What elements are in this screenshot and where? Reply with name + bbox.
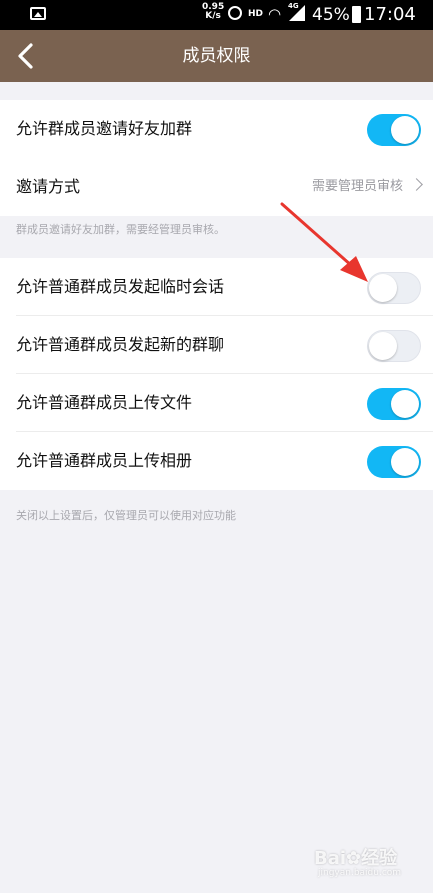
member-permissions-note: 关闭以上设置后，仅管理员可以使用对应功能 xyxy=(16,509,236,522)
toggle-knob xyxy=(391,116,419,144)
clock: 17:04 xyxy=(364,4,416,25)
invite-method-value: 需要管理员审核 xyxy=(311,179,403,194)
new-group-chat-label: 允许普通群成员发起新的群聊 xyxy=(16,335,225,354)
battery-icon xyxy=(352,6,361,23)
toggle-knob xyxy=(391,448,419,476)
new-group-chat-row: 允许普通群成员发起新的群聊 xyxy=(0,316,433,374)
wifi-icon: ◠ xyxy=(268,5,282,23)
status-bar: 0.95 K/s HD ◠ 4G 45% 17:04 xyxy=(0,0,433,30)
new-group-chat-toggle[interactable] xyxy=(367,330,421,362)
page-title: 成员权限 xyxy=(182,46,251,66)
temp-chat-row: 允许普通群成员发起临时会话 xyxy=(0,258,433,316)
toggle-knob xyxy=(391,390,419,418)
invite-method-row[interactable]: 邀请方式 需要管理员审核 xyxy=(0,158,433,216)
temp-chat-label: 允许普通群成员发起临时会话 xyxy=(16,277,225,296)
signal-icon xyxy=(289,5,305,21)
title-bar: 成员权限 xyxy=(0,30,433,82)
network-speed: 0.95 K/s xyxy=(202,3,224,21)
network-speed-unit: K/s xyxy=(205,11,221,21)
battery-percent: 45% xyxy=(312,5,350,25)
invite-settings-group: 允许群成员邀请好友加群 邀请方式 需要管理员审核 xyxy=(0,100,433,216)
temp-chat-toggle[interactable] xyxy=(367,272,421,304)
upload-file-label: 允许普通群成员上传文件 xyxy=(16,393,193,412)
chevron-right-icon xyxy=(410,178,423,191)
paw-icon: ✿ xyxy=(346,848,362,869)
upload-album-toggle[interactable] xyxy=(367,446,421,478)
watermark-brand-tail: 经验 xyxy=(361,848,398,869)
baidu-jingyan-watermark: Bai✿经验 jingyan.baidu.com xyxy=(314,844,414,880)
allow-invite-row: 允许群成员邀请好友加群 xyxy=(0,100,433,158)
watermark-url: jingyan.baidu.com xyxy=(318,868,402,878)
upload-album-label: 允许普通群成员上传相册 xyxy=(16,451,193,470)
gallery-notification-icon xyxy=(30,7,46,20)
upload-album-row: 允许普通群成员上传相册 xyxy=(0,432,433,490)
upload-file-row: 允许普通群成员上传文件 xyxy=(0,374,433,432)
toggle-knob xyxy=(369,332,397,360)
invite-method-label: 邀请方式 xyxy=(16,177,81,196)
invite-note: 群成员邀请好友加群，需要经管理员审核。 xyxy=(16,223,225,236)
allow-invite-label: 允许群成员邀请好友加群 xyxy=(16,119,193,138)
hd-indicator: HD xyxy=(248,9,264,19)
alarm-icon xyxy=(228,6,242,20)
member-permissions-group: 允许普通群成员发起临时会话 允许普通群成员发起新的群聊 允许普通群成员上传文件 … xyxy=(0,258,433,490)
toggle-knob xyxy=(369,274,397,302)
upload-file-toggle[interactable] xyxy=(367,388,421,420)
watermark-brand: Bai xyxy=(314,848,347,869)
allow-invite-toggle[interactable] xyxy=(367,114,421,146)
